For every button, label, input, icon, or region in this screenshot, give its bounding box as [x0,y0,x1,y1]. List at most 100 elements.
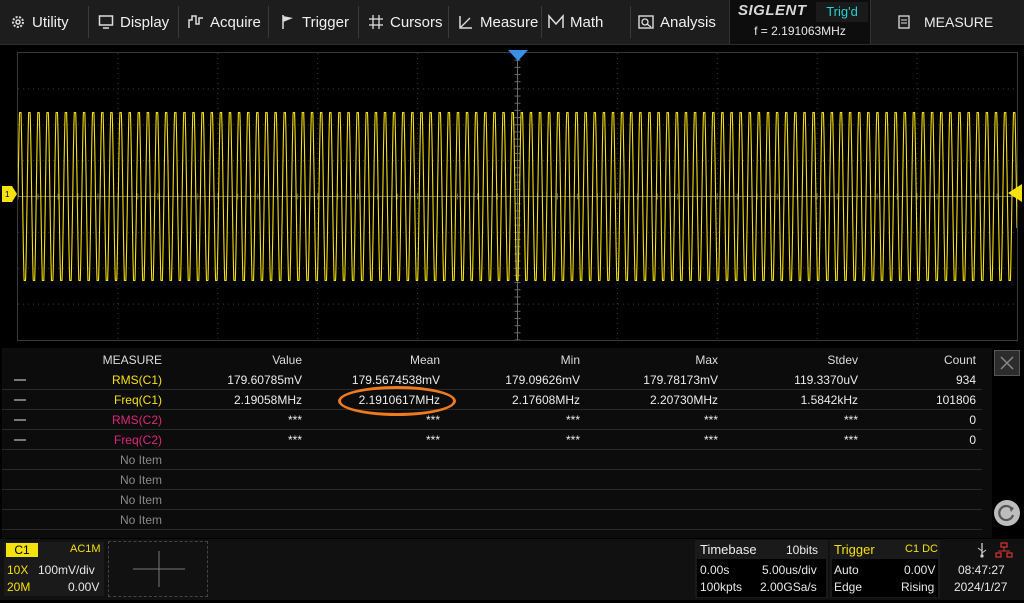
timebase-points: 100kpts [700,580,743,594]
document-icon [898,15,910,29]
measure-name: No Item [119,473,162,487]
measure-name: No Item [119,453,162,467]
menu-analysis-label: Analysis [660,13,716,31]
menu-utility[interactable]: Utility [10,0,90,44]
measure-count: 0 [969,433,976,447]
measure-row[interactable]: No Item [2,450,992,470]
clock-time: 08:47:27 [958,563,1005,577]
timebase-delay: 0.00s [700,563,730,577]
trigger-status: Trig'd [816,2,868,22]
measure-table: MEASURE Value Mean Min Max Stdev Count R… [2,348,992,538]
measure-name: No Item [119,493,162,507]
measure-row[interactable]: RMS(C1) 179.60785mV 179.5674538mV 179.09626… [2,370,992,390]
measure-row[interactable]: RMS(C2) *** *** *** *** *** 0 [2,410,992,430]
row-handle-icon [14,379,26,381]
measure-value: *** [287,433,302,447]
measure-value: *** [287,413,302,427]
measure-max: *** [703,433,718,447]
timebase-bits: 10bits [786,543,819,557]
measure-max: *** [703,413,718,427]
menu-math[interactable]: Math [548,0,628,44]
trigger-mode: Auto [834,563,859,577]
menu-divider [268,6,269,38]
measure-value: 179.60785mV [227,373,302,387]
measure-row[interactable]: No Item [2,490,992,510]
add-channel-button[interactable] [108,541,208,597]
measure-mean: *** [425,413,440,427]
measure-mean: 179.5674538mV [351,373,440,387]
header-stdev: Stdev [827,353,858,367]
menu-trigger[interactable]: Trigger [280,0,360,44]
menu-cursors[interactable]: Cursors [368,0,448,44]
measure-value: 2.19058MHz [233,393,302,407]
waveform-display[interactable] [17,52,1018,341]
usb-icon [977,543,987,558]
svg-text:1: 1 [5,190,10,199]
row-handle-icon [14,419,26,421]
trigger-level-marker[interactable] [1008,184,1022,202]
menu-acquire[interactable]: Acquire [188,0,268,44]
menu-divider [541,6,542,38]
measure-name: Freq(C1) [113,393,162,407]
refresh-icon [998,504,1015,522]
measure-count: 0 [969,413,976,427]
clock-date: 2024/1/27 [954,580,1008,594]
measure-min: 2.17608MHz [511,393,580,407]
timebase-sample-rate: 2.00GSa/s [760,580,817,594]
header-min: Min [560,353,580,367]
flag-icon [280,14,296,30]
measure-name: Freq(C2) [113,433,162,447]
trigger-label: Trigger [834,542,875,557]
measure-name: No Item [119,513,162,527]
channel1-offset: 0.00V [68,580,100,594]
close-button[interactable] [994,350,1020,376]
timebase-label: Timebase [700,542,757,557]
channel1-probe: 10X [7,563,29,577]
measure-row[interactable]: No Item [2,470,992,490]
measure-row[interactable]: Freq(C1) 2.19058MHz 2.1910617MHz 2.17608MHz… [2,390,992,410]
menu-utility-label: Utility [32,13,69,31]
channel1-coupling: AC1M [70,543,101,555]
close-icon [1000,356,1014,370]
waveform-grid [18,53,1017,340]
menu-measure-label: Measure [480,13,539,31]
measure-row[interactable]: Freq(C2) *** *** *** *** *** 0 [2,430,992,450]
measure-side-tab[interactable]: MEASURE [880,0,1024,44]
network-icon [995,542,1013,558]
measure-stdev: 119.3370uV [794,373,858,387]
menu-measure[interactable]: Measure [458,0,543,44]
trigger-type: Edge [834,580,863,594]
menu-acquire-label: Acquire [210,13,261,31]
row-handle-icon [14,399,26,401]
measure-count: 934 [955,373,976,387]
acquire-icon [188,14,204,30]
menu-analysis[interactable]: Analysis [638,0,728,44]
math-icon [548,14,564,30]
reset-statistics-button[interactable] [994,500,1020,526]
trigger-position-marker[interactable] [508,50,528,62]
measure-min: *** [565,433,580,447]
measure-row[interactable]: No Item [2,510,992,530]
siglent-logo: SIGLENT [738,2,807,19]
channel1-offset-marker[interactable]: 1 [2,186,18,202]
measure-min: *** [565,413,580,427]
measure-stdev: 1.5842kHz [800,393,858,407]
measure-table-header: MEASURE Value Mean Min Max Stdev Count [2,350,992,370]
channel1-tag: C1 [6,543,38,557]
header-value: Value [272,353,302,367]
measure-stdev: *** [843,413,858,427]
highlight-annotation [338,386,456,416]
measure-name: RMS(C2) [112,413,162,427]
header-max: Max [695,353,718,367]
measure-max: 2.20730MHz [649,393,718,407]
counter-frequency: f = 2.191063MHz [754,24,846,38]
trigger-slope: Rising [901,580,935,594]
gear-icon [10,14,26,30]
cursors-icon [368,14,384,30]
monitor-icon [98,14,114,30]
menu-display[interactable]: Display [98,0,178,44]
menu-divider [358,6,359,38]
menu-math-label: Math [570,13,604,31]
measure-name: RMS(C1) [112,373,162,387]
menu-divider [88,6,89,38]
